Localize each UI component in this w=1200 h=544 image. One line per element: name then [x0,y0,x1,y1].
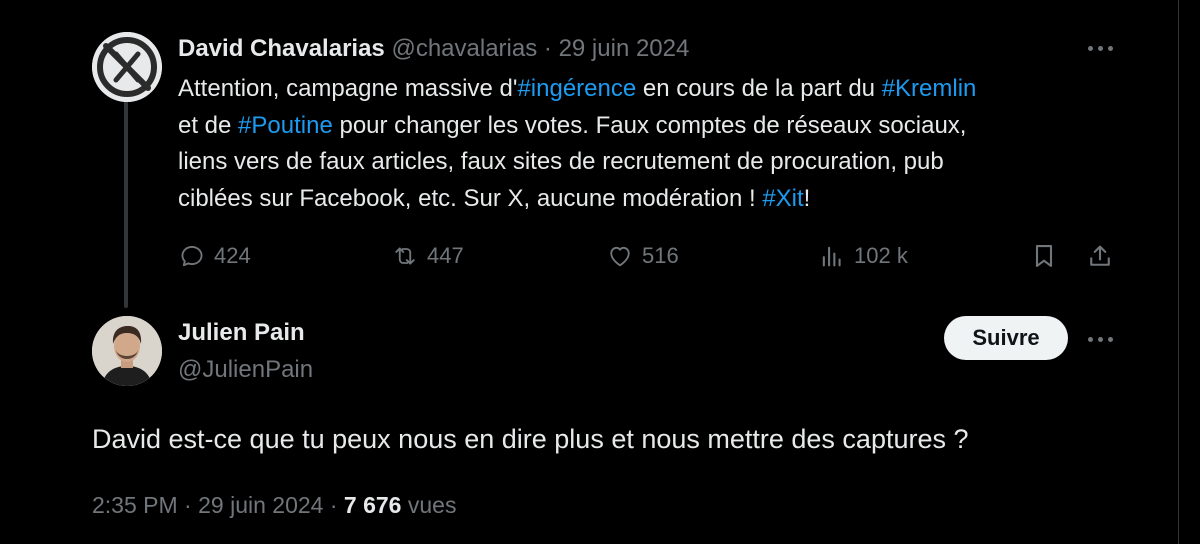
hashtag-link[interactable]: #Kremlin [882,75,977,102]
reply-views-count: 7 676 [343,492,402,518]
reply-icon [181,245,203,267]
tweet-text-segment: Attention, campagne massive d' [178,75,518,102]
hashtag-link[interactable]: #Xit [762,185,803,212]
tweet-text-line: ciblées sur Facebook, etc. Sur X, aucune… [178,181,1138,218]
tweet-meta: 2:35 PM · 29 juin 2024 · 7 676 vues [92,490,456,520]
author-handle[interactable]: @chavalarias [391,35,537,62]
hashtag-link[interactable]: #Poutine [238,112,333,139]
profile-photo-icon [92,316,162,386]
more-options-icon[interactable] [1086,43,1116,53]
tweet-text-line: liens vers de faux articles, faux sites … [178,144,1138,181]
reply-author-name[interactable]: Julien Pain [178,318,305,348]
bookmark-button[interactable] [1030,240,1058,272]
separator: · [184,492,192,518]
reply-views-label: vues [407,492,457,518]
avatar-chavalarias[interactable] [92,32,162,102]
tweet-text-segment: et de [178,111,239,139]
repost-count: 447 [427,243,464,268]
tweet-text-segment: pour changer les votes. Faux comptes de … [332,111,967,139]
like-button[interactable]: 516 [606,240,679,272]
repost-button[interactable]: 447 [391,240,464,272]
reply-button[interactable]: 424 [178,240,251,272]
thread-connector-line [124,100,128,308]
views-count: 102 k [854,243,908,268]
share-icon [1090,245,1110,266]
heart-icon [610,246,630,267]
hashtag-link[interactable]: #ingérence [517,75,636,102]
separator: · [329,492,338,518]
follow-button[interactable]: Suivre [944,316,1068,360]
more-options-icon[interactable] [1086,334,1116,344]
column-border [1178,0,1179,544]
repost-icon [395,247,415,265]
tweet-text-segment: ciblées sur Facebook, etc. Sur X, aucune… [178,184,763,212]
reply-count: 424 [214,243,251,268]
tweet-text: Attention, campagne massive d'#ingérence… [178,71,1138,217]
share-button[interactable] [1086,240,1114,272]
bookmark-icon [1035,245,1053,267]
author-name[interactable]: David Chavalarias [178,35,385,62]
tweet-text-segment: liens vers de faux articles, faux sites … [178,148,944,175]
views-chart-icon [822,246,841,267]
tweet-date[interactable]: 29 juin 2024 [559,35,690,62]
avatar-julienpain[interactable] [92,316,162,386]
like-count: 516 [642,243,679,268]
reply-author-handle[interactable]: @JulienPain [178,355,313,385]
no-x-logo-icon [92,32,162,102]
tweet-text-line: et de #Poutine pour changer les votes. F… [178,108,1138,145]
separator: · [543,35,552,62]
tweet-text-line: Attention, campagne massive d'#ingérence… [178,71,1138,108]
reply-text: David est-ce que tu peux nous en dire pl… [92,424,969,454]
tweet-header: David Chavalarias @chavalarias · 29 juin… [178,34,689,64]
tweet-text-segment: ! [803,184,811,212]
views-button[interactable]: 102 k [818,240,908,272]
tweet-text-segment: en cours de la part du [636,75,882,102]
reply-time[interactable]: 2:35 PM [92,492,178,518]
reply-date[interactable]: 29 juin 2024 [198,492,323,518]
